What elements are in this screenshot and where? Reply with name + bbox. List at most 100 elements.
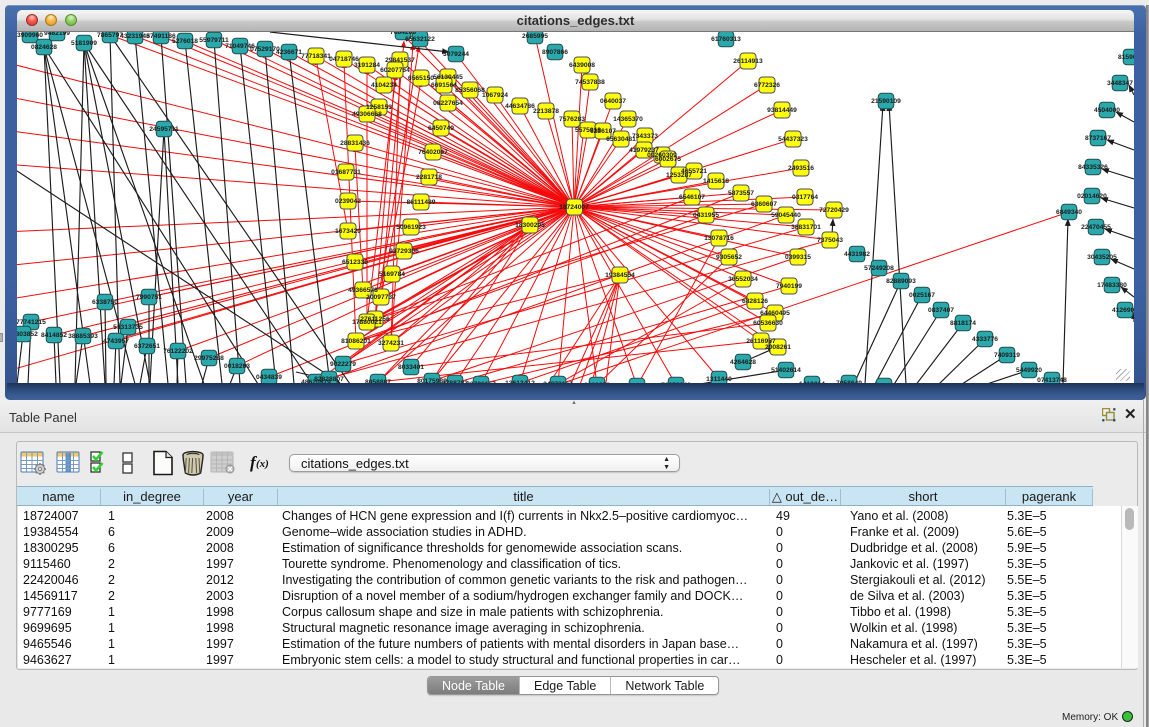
svg-text:4431982: 4431982: [844, 251, 870, 258]
svg-text:17483380: 17483380: [1097, 282, 1127, 289]
svg-text:2281718: 2281718: [416, 174, 442, 181]
svg-text:18724007: 18724007: [559, 204, 589, 211]
svg-text:77718341: 77718341: [301, 53, 331, 60]
svg-text:8907866: 8907866: [542, 49, 568, 56]
svg-text:84335326: 84335326: [1078, 164, 1108, 171]
svg-text:4264628: 4264628: [730, 359, 756, 366]
svg-text:7990751: 7990751: [136, 294, 162, 301]
svg-text:1673420: 1673420: [335, 228, 361, 235]
svg-text:5873557: 5873557: [728, 190, 754, 197]
svg-text:72803852: 72803852: [17, 331, 38, 338]
svg-text:85356068: 85356068: [455, 87, 485, 94]
svg-text:1067924: 1067924: [482, 92, 508, 99]
svg-text:6512330: 6512330: [342, 259, 368, 266]
svg-text:4236671: 4236671: [276, 49, 302, 56]
svg-text:60207764: 60207764: [380, 67, 410, 74]
svg-text:6828126: 6828126: [742, 298, 768, 305]
svg-text:7343373: 7343373: [632, 133, 658, 140]
svg-text:14365370: 14365370: [613, 116, 643, 123]
svg-text:50961923: 50961923: [396, 224, 426, 231]
svg-text:9305652: 9305652: [716, 254, 742, 261]
svg-text:6691564: 6691564: [431, 82, 457, 89]
svg-text:8818174: 8818174: [950, 320, 976, 327]
svg-text:54437323: 54437323: [778, 136, 808, 143]
svg-text:02014620: 02014620: [1077, 193, 1107, 200]
svg-text:29975288: 29975288: [194, 355, 224, 362]
svg-text:2493516: 2493516: [788, 165, 814, 172]
svg-text:9022279: 9022279: [330, 361, 356, 368]
svg-text:1415618: 1415618: [703, 178, 729, 185]
svg-text:70658948: 70658948: [661, 382, 691, 383]
svg-text:60536630: 60536630: [753, 320, 783, 327]
svg-text:93729306: 93729306: [389, 248, 419, 255]
svg-text:0399315: 0399315: [785, 254, 811, 261]
svg-text:17880021: 17880021: [352, 319, 382, 326]
svg-text:3079244: 3079244: [443, 51, 469, 58]
svg-text:6360607: 6360607: [751, 201, 777, 208]
svg-text:3191284: 3191284: [354, 62, 380, 69]
svg-text:0317764: 0317764: [792, 194, 818, 201]
svg-text:0239042: 0239042: [335, 198, 361, 205]
svg-text:3268656: 3268656: [584, 382, 610, 383]
svg-text:7375043: 7375043: [817, 237, 843, 244]
svg-text:21590109: 21590109: [871, 98, 901, 105]
svg-text:5181909: 5181909: [71, 40, 97, 47]
svg-text:8737167: 8737167: [1085, 135, 1111, 142]
svg-text:5449920: 5449920: [1016, 367, 1042, 374]
svg-text:0018263: 0018263: [224, 363, 250, 370]
svg-text:19384554: 19384554: [605, 272, 635, 279]
svg-text:1258153: 1258153: [366, 104, 392, 111]
svg-text:13078716: 13078716: [704, 235, 734, 242]
svg-text:30435205: 30435205: [1087, 254, 1117, 261]
svg-text:38885393: 38885393: [68, 333, 98, 340]
svg-text:7576283: 7576283: [559, 116, 585, 123]
svg-text:4333776: 4333776: [972, 336, 998, 343]
svg-text:38831701: 38831701: [791, 224, 821, 231]
svg-text:6546107: 6546107: [679, 194, 705, 201]
svg-text:1311440: 1311440: [706, 376, 732, 383]
svg-text:4743957: 4743957: [103, 338, 129, 345]
svg-text:4655721: 4655721: [681, 168, 707, 175]
svg-text:20097737: 20097737: [366, 294, 396, 301]
svg-text:51402614: 51402614: [771, 367, 801, 374]
svg-text:2008261: 2008261: [765, 344, 791, 351]
svg-text:(x): (x): [256, 458, 269, 470]
svg-text:5276018: 5276018: [172, 38, 198, 45]
svg-text:0824628: 0824628: [31, 44, 57, 51]
svg-text:8058887: 8058887: [365, 379, 391, 383]
svg-text:8033401: 8033401: [398, 364, 424, 371]
svg-text:26114913: 26114913: [733, 58, 763, 65]
svg-text:2685995: 2685995: [522, 33, 548, 40]
svg-text:65632122: 65632122: [405, 36, 435, 43]
svg-text:74537838: 74537838: [575, 79, 605, 86]
svg-text:7940199: 7940199: [776, 283, 802, 290]
svg-text:6565150: 6565150: [408, 75, 434, 82]
svg-text:4504000: 4504000: [1094, 107, 1120, 114]
svg-text:8414852: 8414852: [41, 332, 67, 339]
svg-text:61760313: 61760313: [711, 36, 741, 43]
svg-text:01687731: 01687731: [331, 169, 361, 176]
svg-text:44634786: 44634786: [505, 103, 535, 110]
svg-text:6450749: 6450749: [428, 125, 454, 132]
svg-text:08227654: 08227654: [433, 100, 463, 107]
svg-text:59045440: 59045440: [771, 212, 801, 219]
svg-text:93814449: 93814449: [767, 107, 797, 114]
svg-text:0431955: 0431955: [693, 212, 719, 219]
svg-text:24273167: 24273167: [543, 381, 573, 383]
svg-text:6236107: 6236107: [590, 128, 616, 135]
svg-text:81086201: 81086201: [341, 338, 371, 345]
svg-text:76122202: 76122202: [163, 348, 193, 355]
svg-text:28831436: 28831436: [340, 140, 370, 147]
svg-text:9482199: 9482199: [44, 32, 70, 37]
svg-text:24595711: 24595711: [149, 126, 179, 133]
svg-text:49306668: 49306668: [352, 111, 382, 118]
svg-text:6338750: 6338750: [92, 299, 118, 306]
svg-text:6439008: 6439008: [569, 62, 595, 69]
svg-text:5169784: 5169784: [379, 271, 405, 278]
svg-text:6772326: 6772326: [754, 82, 780, 89]
svg-text:82828807: 82828807: [314, 376, 344, 383]
svg-text:0434839: 0434839: [256, 374, 282, 381]
svg-text:3909960: 3909960: [17, 32, 43, 39]
svg-text:77741215: 77741215: [17, 319, 46, 326]
svg-text:0837407: 0837407: [928, 307, 954, 314]
